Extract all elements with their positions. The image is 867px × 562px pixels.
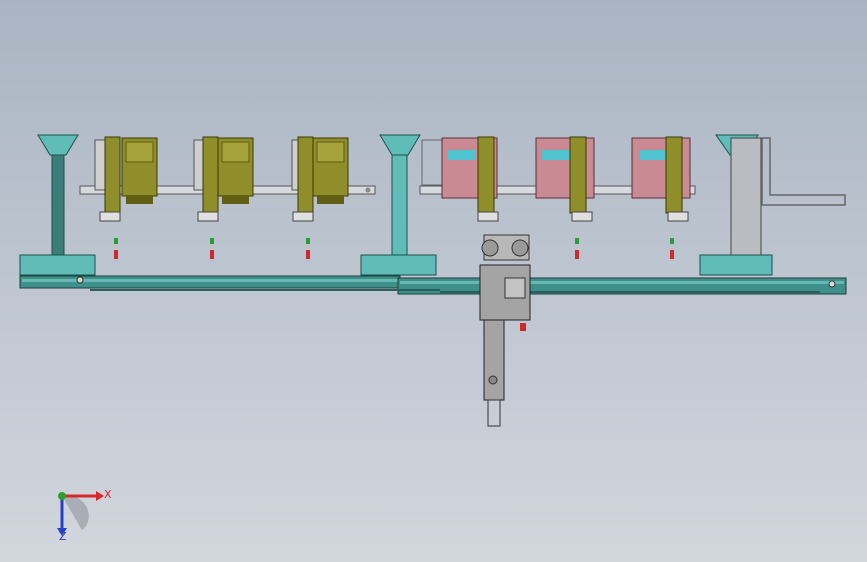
pink-module-3 [631, 136, 691, 259]
olive-module-3 [291, 136, 349, 259]
pink-module-2 [535, 136, 595, 259]
assembly-drawing [19, 134, 847, 427]
support-column-1 [19, 134, 96, 276]
axis-z-label: Z [59, 530, 67, 543]
support-column-3 [699, 134, 846, 276]
pink-module-1 [421, 136, 499, 222]
cad-viewport[interactable]: X Z [0, 0, 867, 562]
axis-x-label: X [104, 488, 112, 501]
gantry-carriage [479, 234, 531, 427]
upper-beam [79, 185, 696, 195]
olive-module-2 [193, 136, 254, 259]
support-column-2 [360, 134, 437, 276]
conveyor-rail [19, 275, 847, 295]
olive-module-1 [94, 136, 158, 259]
